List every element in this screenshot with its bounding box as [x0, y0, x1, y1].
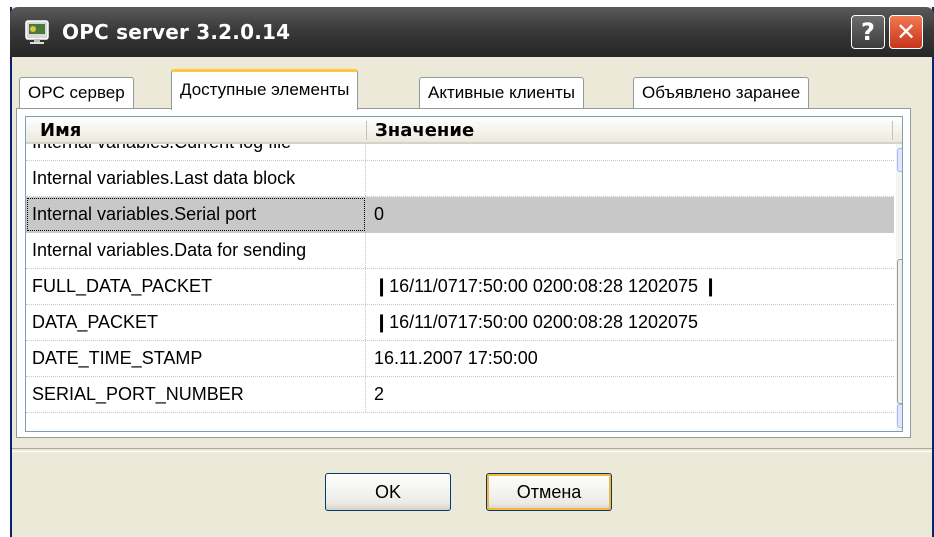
vertical-scrollbar[interactable]	[896, 144, 902, 431]
row-value: 16.11.2007 17:50:00	[374, 348, 538, 368]
row-name: Internal variables.Last data block	[26, 161, 366, 196]
tab-panel: Имя Значение Internal variables.Current …	[16, 108, 911, 438]
row-value	[366, 161, 894, 196]
tab-available-elements[interactable]: Доступные элементы	[171, 69, 359, 110]
list-header: Имя Значение	[26, 117, 902, 144]
table-row[interactable]: DATE_TIME_STAMP 16.11.2007 17:50:00	[26, 341, 894, 377]
row-value: ❙16/11/0717:50:00 0200:08:28 1202075	[374, 312, 699, 332]
row-value	[366, 144, 894, 160]
scroll-down-button[interactable]	[897, 404, 902, 428]
ok-button[interactable]: OK	[325, 473, 451, 511]
dialog-window: OPC server 3.2.0.14 ? ✕ OPC сервер Досту…	[10, 7, 934, 537]
scroll-up-button[interactable]	[897, 148, 902, 172]
tab-active-clients[interactable]: Активные клиенты	[419, 77, 584, 109]
column-separator[interactable]	[892, 121, 893, 140]
divider	[12, 448, 932, 452]
close-button[interactable]: ✕	[889, 15, 923, 49]
row-name: FULL_DATA_PACKET	[26, 269, 366, 304]
window-title: OPC server 3.2.0.14	[62, 20, 291, 44]
row-name: DATE_TIME_STAMP	[26, 341, 366, 376]
list-rows: Internal variables.Current log file Inte…	[26, 144, 894, 431]
tab-strip: OPC сервер Доступные элементы Активные к…	[12, 69, 932, 110]
table-row[interactable]: FULL_DATA_PACKET ❙16/11/0717:50:00 0200:…	[26, 269, 894, 305]
row-value: ❙16/11/0717:50:00 0200:08:28 1202075 ❙	[374, 276, 719, 296]
column-header-value[interactable]: Значение	[367, 117, 474, 144]
scroll-thumb[interactable]	[897, 259, 902, 404]
row-value: 0	[374, 204, 385, 224]
row-name: DATA_PACKET	[26, 305, 366, 340]
table-row[interactable]: Internal variables.Current log file	[26, 144, 894, 161]
column-header-name[interactable]: Имя	[32, 117, 81, 144]
cancel-button[interactable]: Отмена	[486, 473, 612, 511]
table-row[interactable]: DATA_PACKET ❙16/11/0717:50:00 0200:08:28…	[26, 305, 894, 341]
table-row-selected[interactable]: Internal variables.Serial port 0	[26, 197, 894, 233]
row-value: 2	[374, 384, 385, 404]
help-button[interactable]: ?	[851, 15, 885, 49]
elements-list: Имя Значение Internal variables.Current …	[25, 116, 903, 432]
title-bar[interactable]: OPC server 3.2.0.14 ? ✕	[10, 7, 934, 57]
opc-server-icon	[25, 20, 49, 44]
row-name: Internal variables.Current log file	[26, 144, 366, 160]
row-name: Internal variables.Data for sending	[26, 233, 366, 268]
table-row[interactable]: Internal variables.Last data block	[26, 161, 894, 197]
table-row[interactable]: Internal variables.Data for sending	[26, 233, 894, 269]
row-name: Internal variables.Serial port	[26, 197, 366, 232]
row-value	[366, 233, 894, 268]
tab-declared-in-advance[interactable]: Объявлено заранее	[633, 77, 810, 109]
row-name: SERIAL_PORT_NUMBER	[26, 377, 366, 412]
table-row[interactable]: SERIAL_PORT_NUMBER 2	[26, 377, 894, 413]
tab-opc-server[interactable]: OPC сервер	[19, 77, 134, 109]
